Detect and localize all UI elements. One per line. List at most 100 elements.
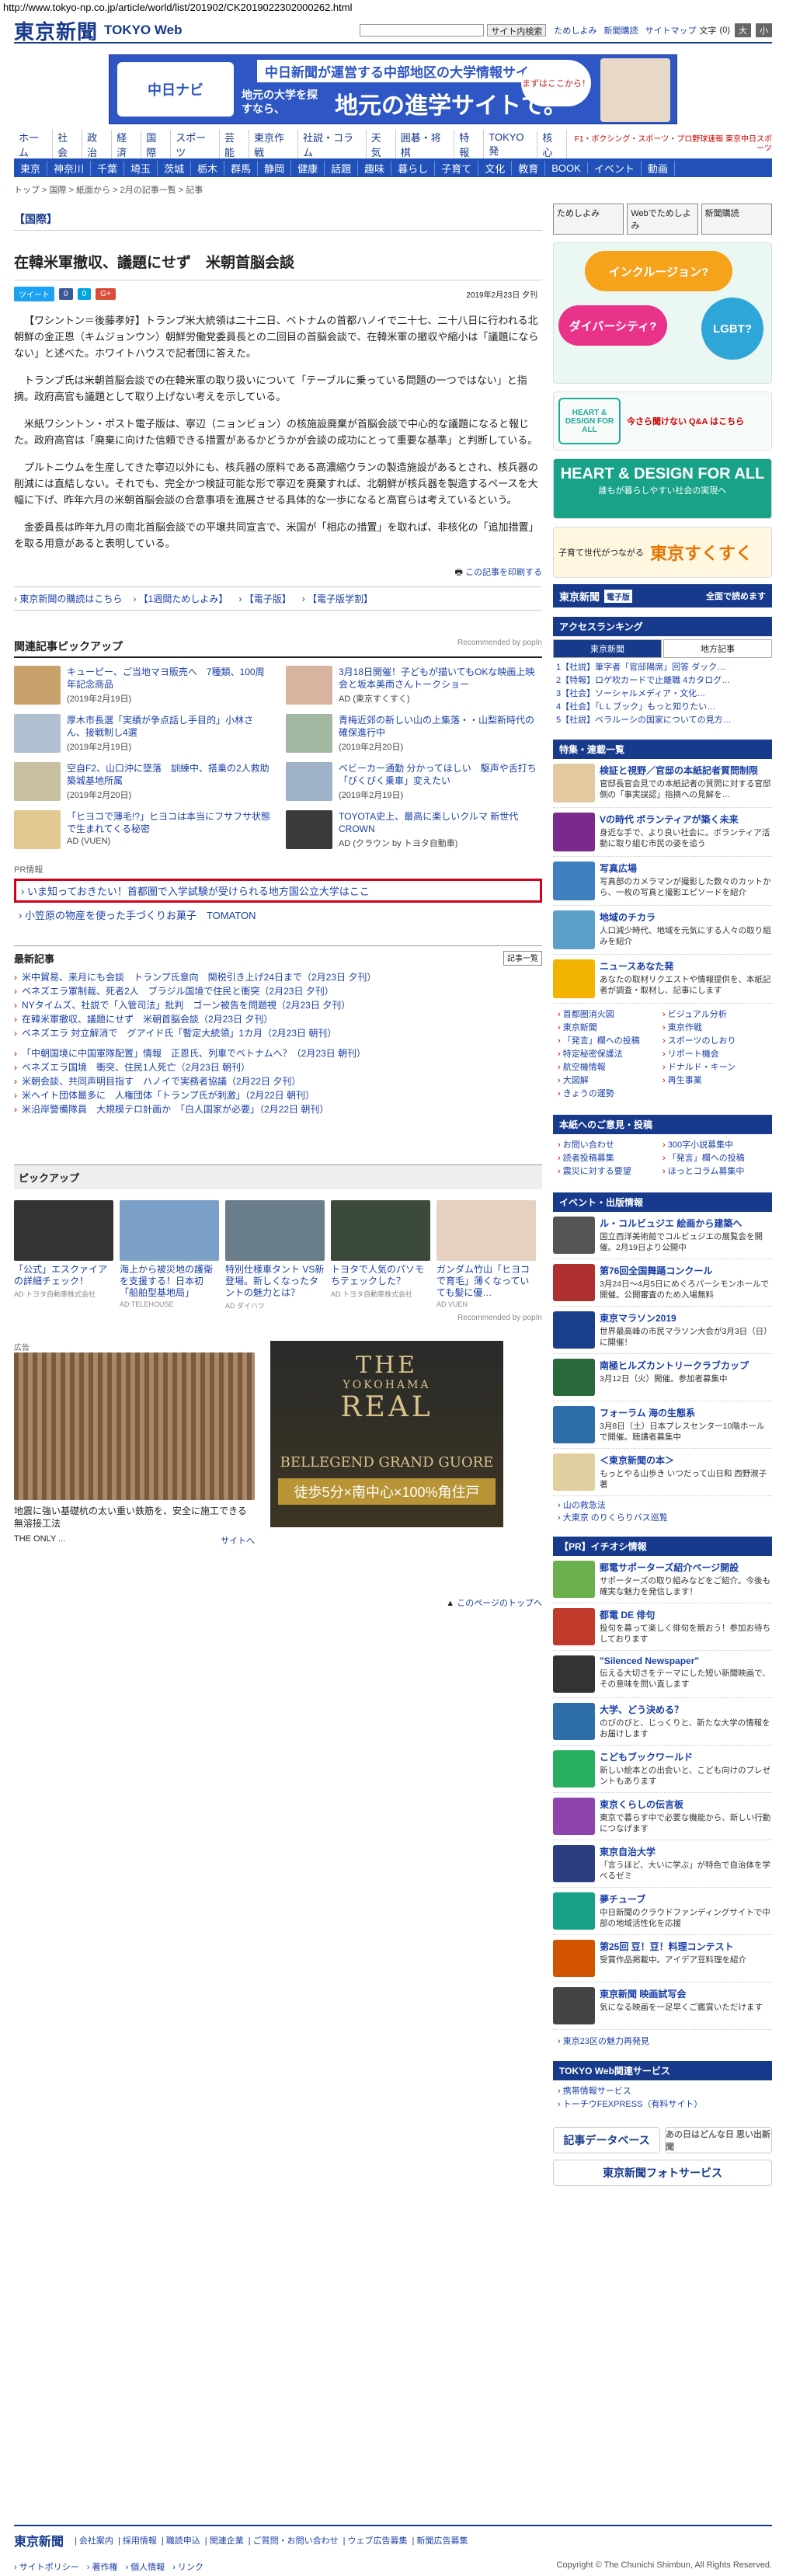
chunichi-sports-link[interactable]: F1・ボクシング・スポーツ・プロ野球速報 東京中日スポーツ — [567, 135, 772, 154]
region-nav-item[interactable]: 動画 — [642, 160, 675, 176]
region-nav-item[interactable]: 埼玉 — [124, 160, 158, 176]
event-item[interactable]: ＜東京新聞の本＞ もっとやる山歩き いつだって山日和 西野淑子 著 — [553, 1449, 772, 1496]
event-title[interactable]: 東京マラソン2019 — [600, 1311, 772, 1325]
url-bar[interactable]: http://www.tokyo-np.co.jp/article/world/… — [0, 0, 786, 16]
event-title[interactable]: 第76回全国舞踊コンクール — [600, 1264, 772, 1277]
event-item[interactable]: 東京マラソン2019 世界最高峰の市民マラソン大会が3月3日（日）に開催！ — [553, 1307, 772, 1354]
pr-item-title[interactable]: 東京くらしの伝言板 — [600, 1798, 772, 1811]
related-title[interactable]: キューピー、ご当地マヨ販売へ 7種類、100周年記念商品 — [67, 666, 270, 691]
related-title[interactable]: ベビーカー通勤 分かってほしい 駆声や舌打ち「びくびく乗車」変えたい — [339, 762, 542, 787]
ranking-item[interactable]: 1【社説】筆字者「官邸陽席」回答 ダック… — [556, 661, 769, 674]
latest-item[interactable]: ベネズエラ国境 衝突、住民1人死亡（2月23日 朝刊） — [14, 1060, 542, 1074]
footer-link[interactable]: | 関連企業 — [205, 2534, 244, 2546]
category-link[interactable]: きょうの運勢 — [558, 1088, 663, 1101]
region-nav-item[interactable]: 千葉 — [91, 160, 125, 176]
feature-item[interactable]: 写真広場 写真部のカメラマンが撮影した数々のカットから、一枚の写真と撮影エピソード… — [553, 857, 772, 906]
related-item[interactable]: 青梅近郊の新しい山の上集落・・山梨新時代の確保進行中 (2019年2月20日) — [286, 714, 542, 754]
pickup-title[interactable]: 海上から被災地の護衛を支援する！日本初「船舶型基地局」 — [120, 1264, 219, 1299]
pr-item[interactable]: 第25回 豆！豆！料理コンテスト 受賞作品掲載中。アイデア豆料理を紹介 — [553, 1935, 772, 1982]
omoide-shinbun-button[interactable]: あの日はどんな日 思い出新聞 — [665, 2127, 772, 2153]
latest-item[interactable]: 米ヘイト団体最多に 人権団体「トランプ氏が刺激」（2月22日 朝刊） — [14, 1088, 542, 1102]
event-item[interactable]: 第76回全国舞踊コンクール 3月24日～4月5日にめぐろパーシモンホールで開催。公… — [553, 1259, 772, 1307]
feature-item[interactable]: 地域のチカラ 人口減少時代、地域を元気にする人々の取り組みを紹介 — [553, 906, 772, 955]
nav-item[interactable]: 特報 — [454, 130, 485, 159]
ad-pile-image[interactable] — [14, 1352, 255, 1500]
category-link[interactable]: 大図解 — [558, 1074, 663, 1088]
service-mobile[interactable]: › 携帯情報サービス — [558, 2085, 767, 2098]
tweet-button[interactable]: ツイート — [14, 287, 54, 301]
font-smaller-button[interactable]: 小 — [756, 23, 772, 37]
ranking-item[interactable]: 4【社会】「L L ブック」もっと知りたい… — [556, 701, 769, 714]
region-nav-item[interactable]: 趣味 — [358, 160, 392, 176]
info-link[interactable]: 「発言」欄への投稿 — [663, 1152, 767, 1165]
pr-item-title[interactable]: 郵電サポーターズ紹介ページ開設 — [600, 1561, 772, 1574]
region-nav-item[interactable]: 静岡 — [258, 160, 292, 176]
subscription-link[interactable]: › 東京新聞の購読はこちら — [14, 592, 122, 605]
pr-item[interactable]: 郵電サポーターズ紹介ページ開設 サポーターズの取り組みなどをご紹介。今後も確実な魅… — [553, 1556, 772, 1603]
pr-highlight-link[interactable]: › いま知っておきたい！首都圏で入学試験が受けられる地方国公立大学はここ — [14, 879, 542, 903]
ranking-tab-local[interactable]: 地方記事 — [663, 639, 772, 658]
subscription-link[interactable]: › 【1週間ためしよみ】 — [133, 592, 228, 605]
feature-item[interactable]: 検証と視野／官邸の本紙記者質問制限 官邸長官会見での本紙記者の質問に対する官邸側の… — [553, 759, 772, 808]
pickup-title[interactable]: 特別仕様車タント VS新登場。新しくなったタントの魅力とは？ — [225, 1264, 325, 1299]
book-link-2[interactable]: › 大東京 のりくらりバス巡覧 — [558, 1512, 767, 1524]
related-thumbnail[interactable] — [14, 714, 61, 753]
category-link[interactable]: 「発言」欄への投稿 — [558, 1035, 663, 1048]
latest-item[interactable]: ベネズエラ 対立解消で グアイド氏「暫定大統領」1カ月（2月23日 朝刊） — [14, 1026, 542, 1040]
footer-link[interactable]: | 新聞広告募集 — [412, 2534, 468, 2546]
pickup-item[interactable]: トヨタで人気のパソモちテェックした？ AD トヨタ自動車株式会社 — [331, 1200, 430, 1311]
info-link[interactable]: お問い合わせ — [558, 1139, 663, 1152]
related-title[interactable]: 3月18日開催！子どもが描いてもOKな映画上映会と坂本美雨さんトークショー — [339, 666, 542, 691]
feature-title[interactable]: ニュースあなた発 — [600, 959, 772, 973]
region-nav-item[interactable]: 教育 — [512, 160, 546, 176]
latest-item[interactable]: ベネズエラ軍制裁、死者2人 ブラジル国境で住民と衝突（2月23日 夕刊） — [14, 984, 542, 998]
nav-item[interactable]: スポーツ — [171, 130, 220, 159]
tokyo23-link[interactable]: › 東京23区の魅力再発見 — [553, 2030, 772, 2052]
nav-item[interactable]: 核心 — [537, 130, 568, 159]
category-link[interactable]: 特定秘密保護法 — [558, 1048, 663, 1061]
footer-policy-link[interactable]: › 個人情報 — [125, 2560, 165, 2573]
info-link[interactable]: ほっとコラム募集中 — [663, 1165, 767, 1178]
event-item[interactable]: フォーラム 海の生態系 3月8日（土）日本プレスセンター10階ホールで開催。聴講者… — [553, 1401, 772, 1449]
pickup-title[interactable]: 「公式」エスクァイアの詳細チェック！ — [14, 1264, 113, 1287]
category-link[interactable]: 首都圏消火図 — [558, 1008, 663, 1022]
pr-item[interactable]: 東京新聞 映画試写会 気になる映画を一足早くご鑑賞いただけます — [553, 1982, 772, 2030]
related-title[interactable]: 空自F2、山口沖に墜落 訓練中、搭乗の2人救助 築城基地所属 — [67, 762, 279, 787]
site-search-input[interactable] — [360, 24, 485, 37]
event-title[interactable]: 南極ヒルズカントリークラブカップ — [600, 1359, 749, 1372]
pr-item-title[interactable]: 夢チューブ — [600, 1892, 772, 1906]
event-title[interactable]: ＜東京新聞の本＞ — [600, 1453, 772, 1467]
ad-pile-text[interactable]: 地震に強い基礎杭の太い重い鉄筋を、安全に施工できる無溶接工法 — [14, 1505, 255, 1530]
region-nav-item[interactable]: 栃木 — [191, 160, 225, 176]
nav-item[interactable]: 囲碁・将棋 — [396, 130, 455, 159]
pr-item-title[interactable]: 東京新聞 映画試写会 — [600, 1987, 763, 2000]
category-link[interactable]: スポーツのしおり — [663, 1035, 767, 1048]
pr-item[interactable]: 東京自治大学 「言うほど、大いに学ぶ」が特色で自治体を学べるゼミ — [553, 1840, 772, 1888]
latest-item[interactable]: 「中朝国境に中国軍隊配置」情報 正恩氏、列車でベトナムへ？（2月23日 朝刊） — [14, 1046, 542, 1060]
service-express[interactable]: › トーチウFEXPRESS（有料サイト） — [558, 2098, 767, 2111]
feature-title[interactable]: 写真広場 — [600, 862, 772, 875]
category-link[interactable]: リポート機会 — [663, 1048, 767, 1061]
ad-pile[interactable]: 広告 地震に強い基礎杭の太い重い鉄筋を、安全に施工できる無溶接工法 THE ON… — [14, 1341, 255, 1547]
to-top-link[interactable]: ▲ このページのトップへ — [14, 1596, 542, 1609]
category-link[interactable]: 航空機情報 — [558, 1061, 663, 1074]
to-top-text[interactable]: このページのトップへ — [457, 1599, 542, 1608]
related-thumbnail[interactable] — [286, 714, 332, 753]
ranking-item[interactable]: 3【社会】ソーシャルメディア・文化… — [556, 688, 769, 701]
feature-item[interactable]: ニュースあなた発 あなたの取材リクエストや情報提供を、本紙記者が調査・取材し、記事… — [553, 955, 772, 1004]
gplus-button[interactable]: G+ — [96, 288, 116, 300]
region-nav-item[interactable]: 神奈川 — [47, 160, 92, 176]
latest-item[interactable]: 米中貿易、来月にも会談 トランプ氏意向 関税引き上げ24日まで（2月23日 夕刊… — [14, 970, 542, 984]
pr-item-title[interactable]: 東京自治大学 — [600, 1845, 772, 1858]
info-link[interactable]: 300字小説募集中 — [663, 1139, 767, 1152]
print-link-text[interactable]: この記事を印刷する — [465, 568, 542, 577]
region-nav-item[interactable]: 健康 — [291, 160, 325, 176]
footer-link[interactable]: | 職読申込 — [162, 2534, 200, 2546]
related-item[interactable]: 「ヒヨコで薄毛!?」ヒヨコは本当にフサフサ状態で生まれてくる秘密 AD (VUEN… — [14, 810, 270, 851]
facebook-button[interactable]: 0 — [59, 288, 73, 300]
related-title[interactable]: TOYOTA史上、最高に楽しいクルマ 新世代CROWN — [339, 810, 542, 835]
pickup-image[interactable] — [225, 1200, 325, 1261]
category-link[interactable]: 再生事業 — [663, 1074, 767, 1088]
region-nav-item[interactable]: 茨城 — [158, 160, 192, 176]
footer-logo[interactable]: 東京新聞 — [14, 2531, 64, 2550]
